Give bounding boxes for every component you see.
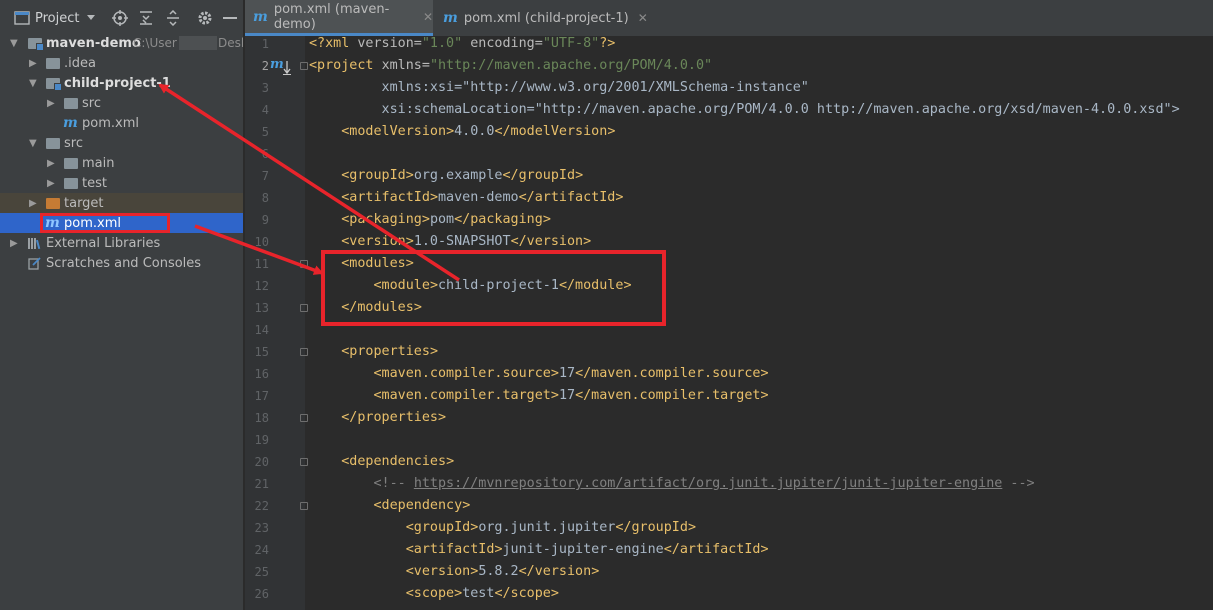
annotation-arrows: [158, 83, 460, 282]
arrow-to-child-project: [158, 83, 460, 282]
arrow-to-modules: [194, 224, 324, 275]
